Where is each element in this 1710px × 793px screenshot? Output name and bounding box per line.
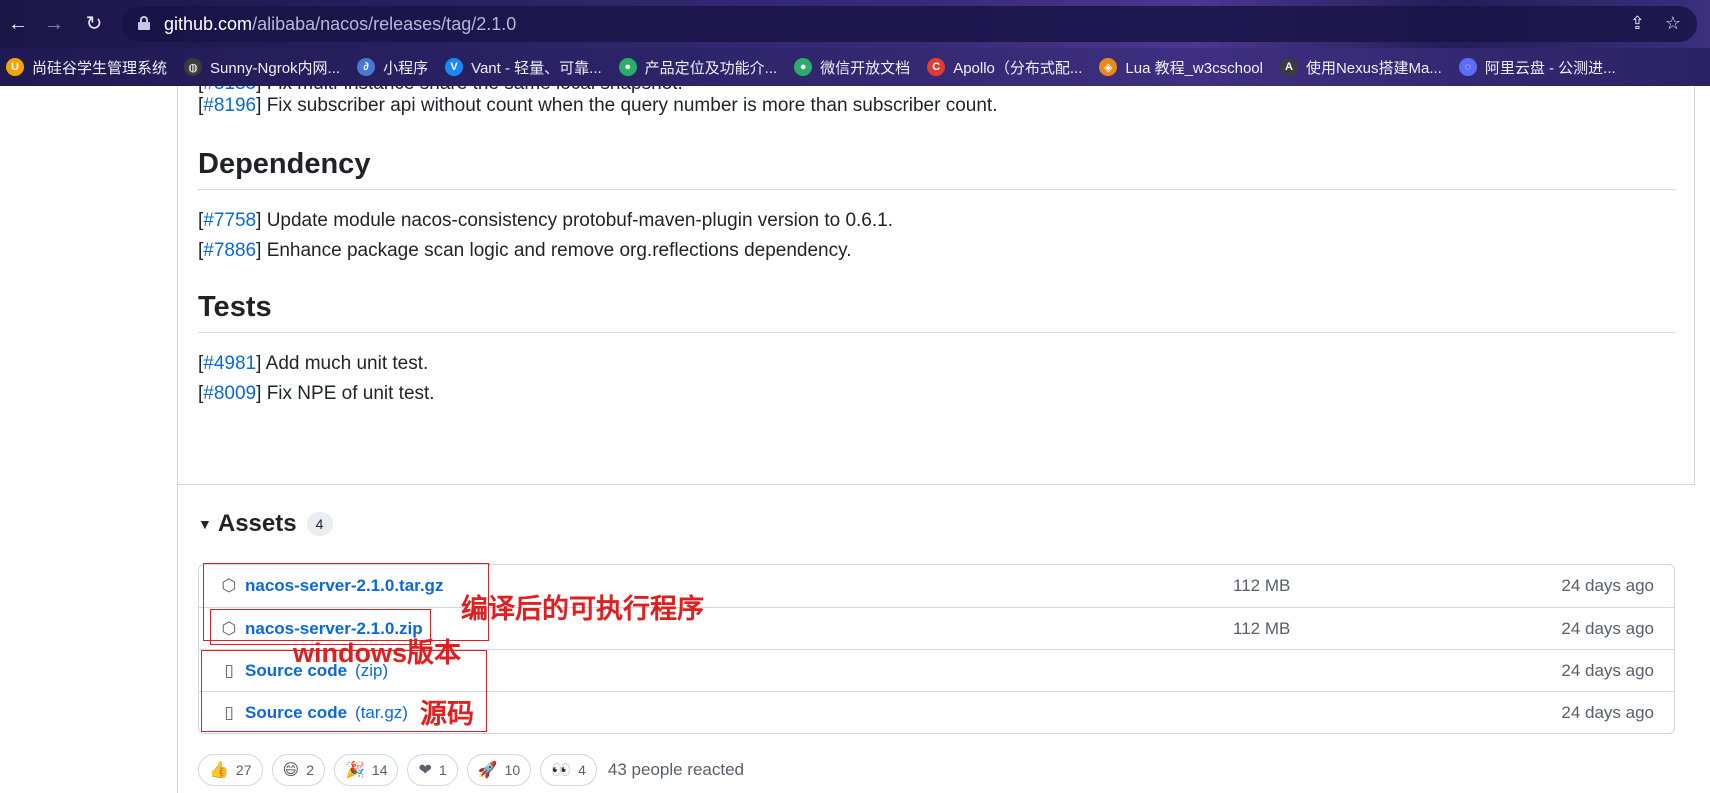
bookmark-item[interactable]: U 尚硅谷学生管理系统	[6, 57, 167, 78]
reaction-count: 4	[578, 762, 586, 778]
release-page: [#8185] Fix multi-instance share the sam…	[0, 86, 1710, 793]
bookmark-favicon-icon: V	[445, 58, 464, 76]
reactions-bar: 👍 27 😄 2 🎉 14 ❤ 1 🚀 10 👀 4 43 people reacted	[198, 754, 744, 786]
release-box-border-right	[1694, 86, 1695, 486]
url-host: github.com	[164, 14, 253, 34]
reaction-count: 1	[438, 762, 447, 778]
reaction-count: 14	[371, 762, 388, 778]
thumbs-up-icon: 👍	[209, 762, 229, 779]
release-box-border-left	[177, 86, 178, 793]
reaction-heart-button[interactable]: ❤ 1	[407, 754, 458, 786]
bookmark-label: 使用Nexus搭建Ma...	[1305, 59, 1442, 77]
bookmark-item[interactable]: ◍ Sunny-Ngrok内网...	[184, 57, 340, 78]
reaction-count: 2	[306, 762, 314, 778]
annotation-compiled: 编译后的可执行程序	[461, 594, 704, 624]
annotation-windows: windows版本	[293, 638, 461, 668]
bookmark-favicon-icon: C	[927, 58, 946, 76]
asset-date: 24 days ago	[1561, 576, 1654, 595]
bookmark-favicon-icon: ◈	[1099, 58, 1118, 76]
asset-size: 112 MB	[1233, 576, 1291, 595]
asset-date: 24 days ago	[1561, 661, 1654, 680]
bookmark-favicon-icon: ◌	[1458, 58, 1477, 76]
heart-icon: ❤	[418, 762, 432, 779]
release-note-line: [#4981] Add much unit test.	[198, 353, 429, 374]
bookmark-favicon-icon: ●	[618, 58, 637, 76]
bookmark-item[interactable]: V Vant - 轻量、可靠...	[445, 57, 602, 78]
reaction-thumbs-up-button[interactable]: 👍 27	[198, 754, 263, 786]
lock-icon[interactable]	[138, 16, 150, 30]
bookmark-label: 尚硅谷学生管理系统	[32, 59, 168, 77]
release-note-line: [#7758] Update module nacos-consistency …	[198, 210, 893, 231]
release-note-text: Enhance package scan logic and remove or…	[266, 240, 852, 261]
bookmark-label: Apollo（分布式配...	[953, 59, 1083, 77]
address-bar[interactable]: github.com/alibaba/nacos/releases/tag/2.…	[122, 6, 1697, 42]
forward-arrow-icon[interactable]: →	[42, 12, 66, 36]
bookmark-favicon-icon: ●	[794, 58, 813, 76]
asset-date: 24 days ago	[1561, 703, 1654, 722]
bookmark-favicon-icon: A	[1279, 58, 1298, 76]
bookmark-item[interactable]: ◈ Lua 教程_w3cschool	[1099, 57, 1263, 78]
star-bookmark-icon[interactable]: ☆	[1665, 13, 1681, 34]
bookmark-item[interactable]: ● 产品定位及功能介...	[618, 57, 778, 78]
section-tests: Tests [#4981] Add much unit test. [#8009…	[198, 291, 1676, 409]
section-dependency: Dependency [#7758] Update module nacos-c…	[198, 148, 1676, 266]
url-path: /alibaba/nacos/releases/tag/2.1.0	[252, 14, 517, 34]
bookmark-item[interactable]: C Apollo（分布式配...	[927, 57, 1082, 78]
release-note-text: Add much unit test.	[265, 353, 429, 374]
bookmark-label: Sunny-Ngrok内网...	[210, 59, 341, 77]
bookmark-label: Lua 教程_w3cschool	[1125, 59, 1263, 77]
section-heading: Dependency	[198, 148, 1676, 190]
assets-count-badge: 4	[306, 512, 333, 536]
reaction-rocket-button[interactable]: 🚀 10	[466, 754, 532, 786]
reaction-count: 10	[504, 762, 521, 778]
url-text[interactable]: github.com/alibaba/nacos/releases/tag/2.…	[164, 14, 516, 35]
release-note-text: Fix subscriber api without count when th…	[266, 95, 998, 116]
bookmark-favicon-icon: ◍	[184, 58, 203, 76]
reaction-count: 27	[235, 762, 252, 778]
bookmark-item[interactable]: ∂ 小程序	[357, 57, 428, 78]
bookmark-item[interactable]: A 使用Nexus搭建Ma...	[1279, 57, 1442, 78]
release-note-line: [#7886] Enhance package scan logic and r…	[198, 240, 852, 261]
asset-date: 24 days ago	[1561, 619, 1654, 638]
reaction-hooray-button[interactable]: 🎉 14	[333, 754, 399, 786]
back-arrow-icon[interactable]: ←	[6, 12, 30, 36]
bookmark-label: 小程序	[383, 59, 429, 77]
assets-title: Assets	[217, 510, 297, 537]
bookmarks-bar: U 尚硅谷学生管理系统 ◍ Sunny-Ngrok内网... ∂ 小程序 V Vant - 轻…	[0, 48, 1710, 86]
section-heading: Tests	[198, 291, 1676, 333]
issue-link[interactable]: #8009	[203, 383, 256, 404]
bookmark-label: 阿里云盘 - 公测进...	[1484, 59, 1616, 77]
bookmark-favicon-icon: U	[6, 58, 24, 76]
release-notes-top: [#8196] Fix subscriber api without count…	[198, 91, 1676, 121]
bookmark-item[interactable]: ● 微信开放文档	[794, 57, 910, 78]
bookmark-label: 微信开放文档	[820, 59, 911, 77]
bookmark-favicon-icon: ∂	[357, 58, 376, 76]
issue-link[interactable]: #4981	[203, 353, 256, 374]
bookmark-label: Vant - 轻量、可靠...	[471, 59, 602, 77]
release-note-text: Update module nacos-consistency protobuf…	[266, 210, 893, 231]
assets-toggle[interactable]: ▼ Assets 4	[198, 510, 333, 538]
rocket-icon: 🚀	[477, 762, 498, 779]
reaction-laugh-button[interactable]: 😄 2	[271, 754, 325, 786]
reactions-summary[interactable]: 43 people reacted	[608, 760, 744, 780]
laugh-icon: 😄	[282, 762, 300, 779]
issue-link[interactable]: #7758	[203, 210, 256, 231]
release-note-line: [#8196] Fix subscriber api without count…	[198, 95, 998, 116]
hooray-icon: 🎉	[344, 762, 365, 779]
bookmark-item[interactable]: ◌ 阿里云盘 - 公测进...	[1458, 57, 1616, 78]
eyes-icon: 👀	[551, 762, 572, 779]
release-note-text: Fix NPE of unit test.	[266, 383, 435, 404]
issue-link[interactable]: #8196	[203, 95, 256, 116]
release-note-line: [#8009] Fix NPE of unit test.	[198, 383, 435, 404]
asset-size: 112 MB	[1233, 619, 1291, 638]
release-divider	[178, 484, 1694, 485]
reaction-eyes-button[interactable]: 👀 4	[540, 754, 597, 786]
annotation-source: 源码	[420, 699, 474, 729]
bookmark-label: 产品定位及功能介...	[644, 59, 778, 77]
reload-icon[interactable]: ↻	[82, 12, 106, 36]
triangle-down-icon[interactable]: ▼	[198, 516, 212, 532]
issue-link[interactable]: #7886	[203, 240, 256, 261]
share-icon[interactable]: ⇪	[1630, 13, 1645, 34]
browser-toolbar: ← → ↻ github.com/alibaba/nacos/releases/…	[0, 0, 1710, 48]
